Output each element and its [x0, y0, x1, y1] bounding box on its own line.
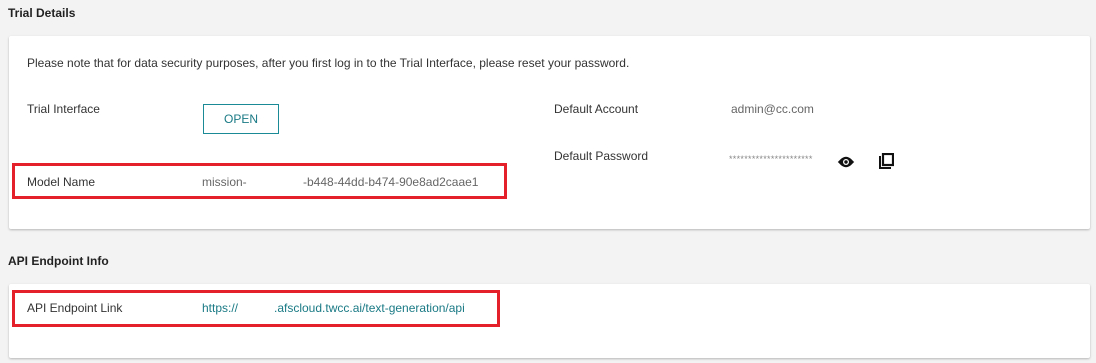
trial-details-card: Please note that for data security purpo… [9, 36, 1090, 229]
default-account-label: Default Account [554, 102, 639, 116]
api-endpoint-link-prefix[interactable]: https:// [202, 301, 238, 315]
model-name-suffix: -b448-44dd-b474-90e8ad2caae1 [303, 175, 479, 189]
trial-details-title: Trial Details [8, 6, 76, 20]
open-trial-interface-button[interactable]: OPEN [203, 104, 279, 134]
api-endpoint-title: API Endpoint Info [8, 254, 109, 268]
default-password-masked: ********************** [729, 154, 813, 164]
model-name-label: Model Name [27, 175, 96, 189]
api-endpoint-card: API Endpoint Link https:// .afscloud.twc… [9, 284, 1090, 358]
security-notice: Please note that for data security purpo… [27, 56, 630, 70]
default-account-value: admin@cc.com [731, 102, 814, 116]
trial-interface-label: Trial Interface [27, 102, 100, 116]
api-endpoint-link-suffix[interactable]: .afscloud.twcc.ai/text-generation/api [274, 301, 465, 315]
copy-icon[interactable] [877, 152, 895, 170]
model-name-prefix: mission- [202, 175, 247, 189]
eye-icon[interactable] [837, 153, 855, 171]
default-password-label: Default Password [554, 149, 649, 163]
api-endpoint-label: API Endpoint Link [27, 301, 123, 315]
